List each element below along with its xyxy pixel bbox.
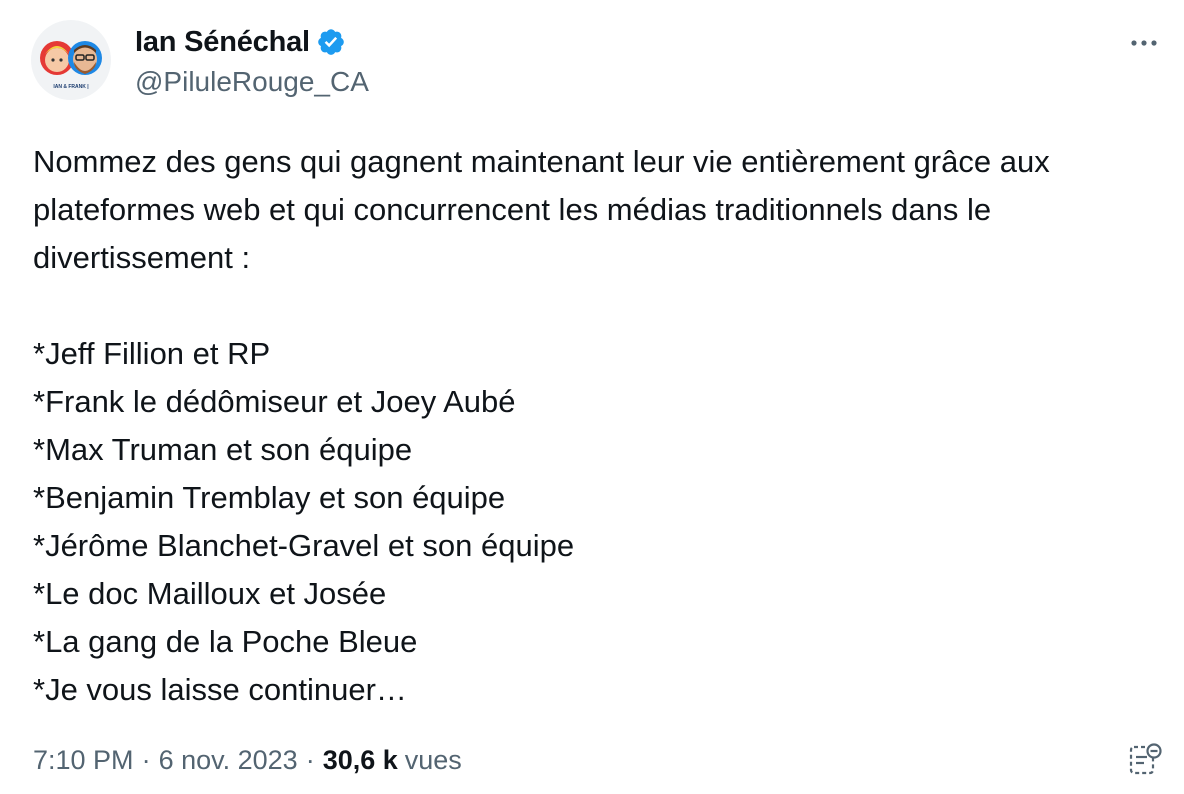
avatar-illustration: IAN & FRANK | [31, 20, 111, 100]
meta-separator: · [305, 744, 315, 775]
views-count: 30,6 k [322, 744, 398, 775]
tweet-timestamp[interactable]: 7:10 PM · 6 nov. 2023 [33, 745, 298, 776]
tweet-time: 7:10 PM [33, 744, 134, 775]
views-label: vues [404, 744, 462, 775]
tweet-date: 6 nov. 2023 [158, 744, 298, 775]
community-notes-icon [1129, 743, 1162, 775]
author-handle[interactable]: @PiluleRouge_CA [135, 66, 369, 98]
meta-separator: · [141, 744, 151, 775]
more-options-button[interactable] [1124, 26, 1164, 60]
verified-badge-icon[interactable] [316, 27, 346, 57]
author-display-name[interactable]: Ian Sénéchal [135, 26, 310, 59]
tweet-text: Nommez des gens qui gagnent maintenant l… [33, 144, 1050, 707]
author-avatar[interactable]: IAN & FRANK | [31, 20, 111, 100]
svg-text:IAN & FRANK |: IAN & FRANK | [53, 84, 89, 90]
author-info: Ian Sénéchal @PiluleRouge_CA [135, 22, 369, 98]
community-notes-button[interactable] [1124, 738, 1166, 780]
tweet-card: IAN & FRANK | Ian Sénéchal @PiluleRouge_… [0, 0, 1184, 794]
name-row: Ian Sénéchal [135, 22, 369, 62]
more-horizontal-icon [1131, 40, 1157, 46]
tweet-metadata: 7:10 PM · 6 nov. 2023 · 30,6 k vues [33, 740, 462, 780]
